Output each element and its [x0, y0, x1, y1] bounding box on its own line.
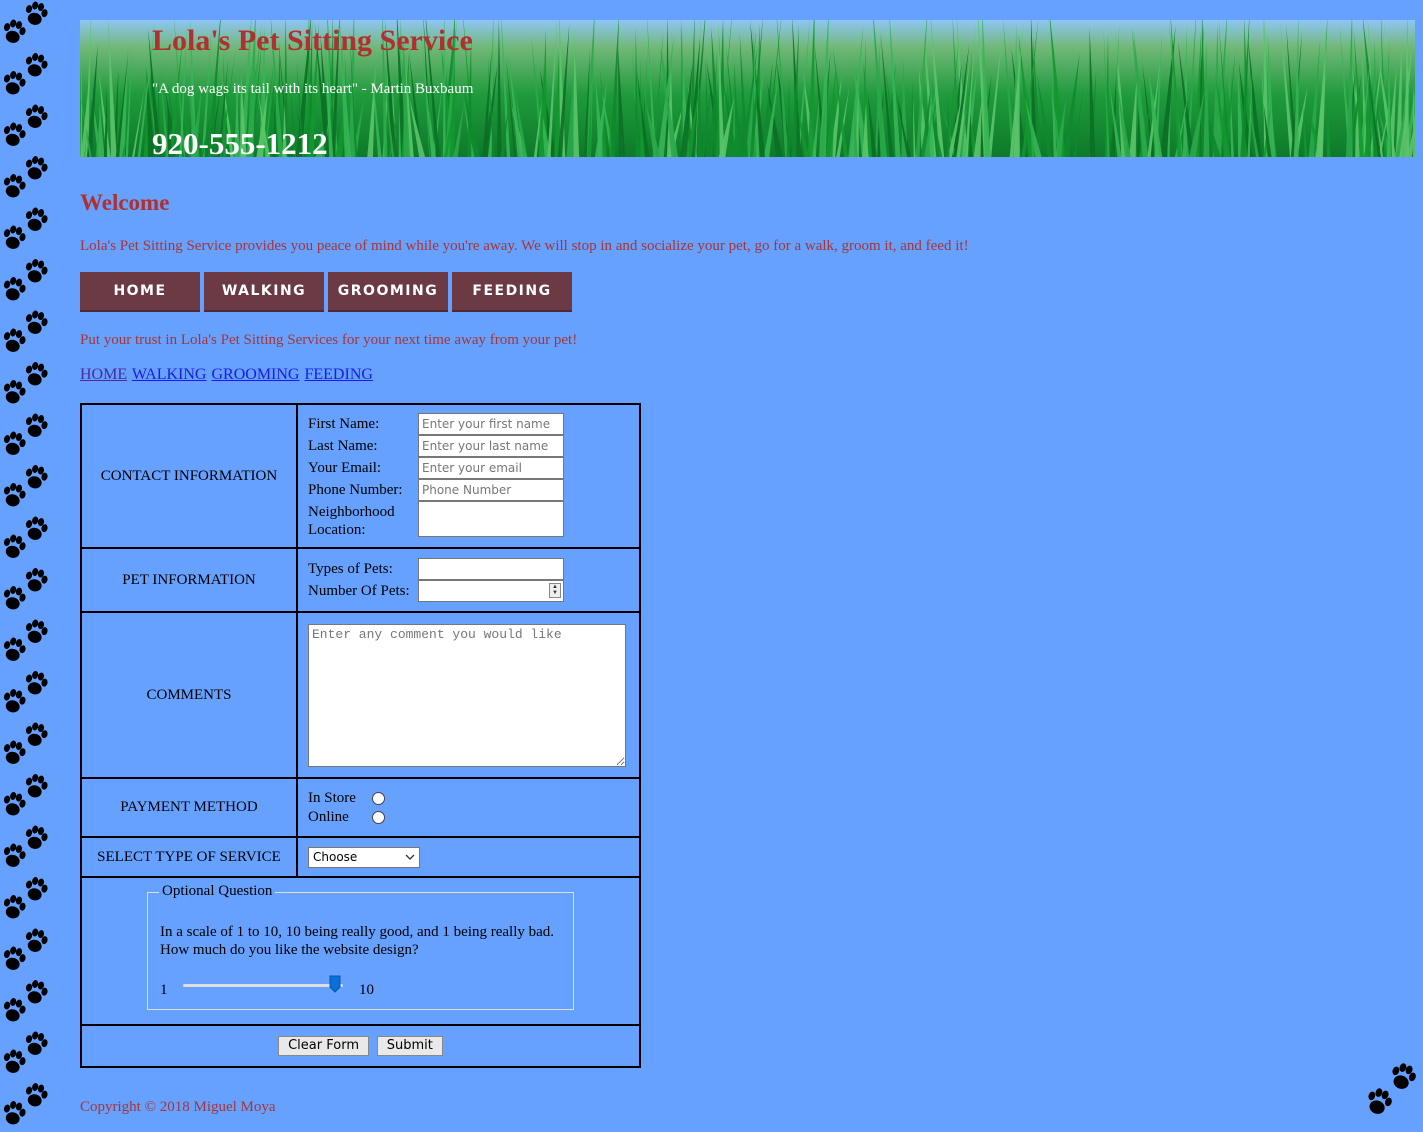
- submit-button[interactable]: Submit: [376, 1036, 443, 1056]
- nav-link-grooming[interactable]: GROOMING: [211, 366, 299, 383]
- site-title: Lola's Pet Sitting Service: [152, 24, 473, 57]
- paw-print-border: [0, 0, 50, 1127]
- nav-button-walking[interactable]: WALKING: [204, 272, 324, 312]
- chevron-down-icon: [405, 854, 415, 860]
- payment-fields: In Store Online: [298, 789, 639, 827]
- last-name-input[interactable]: [418, 435, 564, 457]
- welcome-heading: Welcome: [80, 190, 170, 215]
- rating-slider-thumb[interactable]: [329, 975, 341, 993]
- phone-input[interactable]: [418, 479, 564, 501]
- optional-legend: Optional Question: [159, 883, 276, 900]
- copyright-text: Copyright © 2018 Miguel Moya: [80, 1099, 276, 1115]
- rating-slider-track[interactable]: [183, 984, 343, 987]
- phone-label: Phone Number:: [308, 482, 403, 498]
- clear-form-button[interactable]: Clear Form: [278, 1036, 369, 1056]
- pet-fields: Types of Pets: Number Of Pets: ▲ ▼: [298, 558, 639, 602]
- email-label: Your Email:: [308, 460, 382, 476]
- contact-section-label: CONTACT INFORMATION: [80, 403, 298, 549]
- pet-types-input[interactable]: [418, 558, 564, 580]
- header-banner: Lola's Pet Sitting Service "A dog wags i…: [80, 20, 1415, 157]
- first-name-label: First Name:: [308, 416, 380, 432]
- payment-section-label: PAYMENT METHOD: [80, 777, 298, 838]
- comments-section-label: COMMENTS: [80, 611, 298, 779]
- online-label: Online: [308, 808, 349, 825]
- paw-print-corner: [1363, 1062, 1419, 1118]
- range-min-label: 1: [160, 982, 168, 998]
- pet-number-input[interactable]: [418, 580, 564, 602]
- number-spinner[interactable]: ▲ ▼: [549, 583, 561, 598]
- email-input[interactable]: [418, 457, 564, 479]
- nav-link-feeding[interactable]: FEEDING: [304, 366, 372, 383]
- in-store-label: In Store: [308, 789, 356, 806]
- comments-textarea[interactable]: [308, 623, 626, 767]
- contact-form: CONTACT INFORMATION First Name: Last Nam…: [80, 403, 641, 1068]
- pet-section-label: PET INFORMATION: [80, 547, 298, 613]
- range-max-label: 10: [359, 982, 374, 998]
- nav-button-feeding[interactable]: FEEDING: [452, 272, 572, 312]
- optional-question-fieldset: Optional Question In a scale of 1 to 10,…: [147, 883, 574, 1010]
- online-radio[interactable]: [372, 810, 385, 824]
- welcome-text: Lola's Pet Sitting Service provides you …: [80, 238, 969, 254]
- neighborhood-label: Neighborhood Location:: [308, 504, 395, 538]
- in-store-radio[interactable]: [372, 791, 385, 805]
- trust-text: Put your trust in Lola's Pet Sitting Ser…: [80, 332, 578, 348]
- nav-link-home[interactable]: HOME: [80, 366, 127, 383]
- pet-number-label: Number Of Pets:: [308, 583, 410, 599]
- neighborhood-input[interactable]: [418, 501, 564, 537]
- first-name-input[interactable]: [418, 413, 564, 435]
- service-section-label: SELECT TYPE OF SERVICE: [80, 836, 298, 878]
- service-select[interactable]: Choose: [308, 846, 420, 868]
- nav-button-home[interactable]: HOME: [80, 272, 200, 312]
- last-name-label: Last Name:: [308, 438, 378, 454]
- optional-question-text: In a scale of 1 to 10, 10 being really g…: [160, 924, 555, 958]
- service-select-value: Choose: [313, 849, 358, 864]
- phone-number: 920-555-1212: [152, 126, 328, 157]
- nav-button-grooming[interactable]: GROOMING: [328, 272, 448, 312]
- pet-types-label: Types of Pets:: [308, 561, 393, 577]
- site-quote: "A dog wags its tail with its heart" - M…: [152, 81, 474, 97]
- contact-fields: First Name: Last Name: Your Email: Phone…: [298, 413, 639, 539]
- text-nav: HOME WALKING GROOMING FEEDING: [80, 366, 374, 384]
- nav-link-walking[interactable]: WALKING: [132, 366, 207, 383]
